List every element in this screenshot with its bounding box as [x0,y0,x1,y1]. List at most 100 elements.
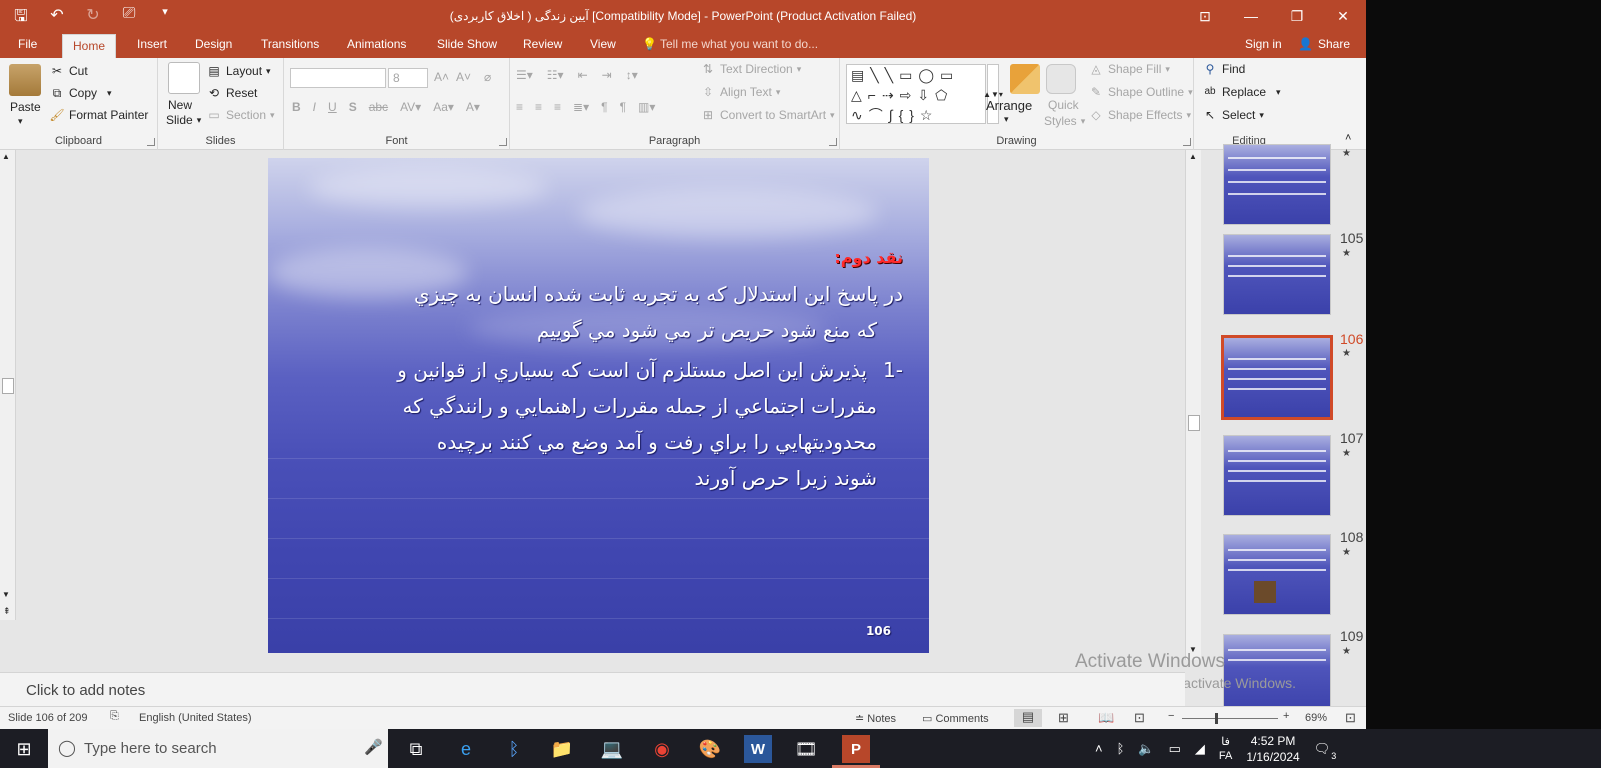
windows-start-icon[interactable]: ⊞ [10,735,38,763]
zoom-out-icon[interactable]: − [1168,710,1174,722]
zoom-in-icon[interactable]: + [1283,710,1289,722]
microphone-icon[interactable]: 🎤 [364,738,383,756]
tab-slide-show[interactable]: Slide Show [437,37,497,51]
decrease-font-icon[interactable]: A˅ [456,70,471,84]
shapes-gallery[interactable]: ▤╲╲▭◯▭ △⌐⇢⇨⇩⬠ ∿⌒∫{}☆ [846,64,986,124]
zoom-slider[interactable] [1182,718,1278,719]
new-slide-icon[interactable] [168,62,200,94]
font-size-combo[interactable]: 8 [388,68,428,88]
taskbar-search[interactable]: ◯ Type here to search 🎤 [48,729,388,768]
thumbnail-slide[interactable] [1223,234,1331,315]
line-spacing-icon[interactable]: ↕▾ [626,68,638,82]
scroll-up-icon[interactable]: ▲ [2,152,10,161]
find-button[interactable]: ⚲ Find [1202,62,1246,76]
quick-styles-icon[interactable] [1046,64,1076,94]
font-launcher-icon[interactable] [499,138,507,146]
notes-toggle[interactable]: ≐ Notes [855,712,896,725]
chrome-icon[interactable]: ◉ [648,735,676,763]
increase-indent-icon[interactable]: ⇥ [602,68,612,82]
quick-styles-label-2[interactable]: Styles ▾ [1044,114,1085,128]
tab-file[interactable]: File [18,37,37,51]
paste-dropdown-icon[interactable]: ▾ [18,116,23,127]
font-name-combo[interactable] [290,68,386,88]
file-explorer-icon[interactable]: 📁 [548,735,576,763]
laptop-icon[interactable]: 💻 [598,735,626,763]
media-app-icon[interactable]: 🎞 [792,735,820,763]
input-language[interactable]: فا FA [1219,735,1232,763]
clock[interactable]: 4:52 PM 1/16/2024 [1246,733,1299,765]
chevron-down-icon[interactable]: ▾ [1004,114,1009,125]
bold-icon[interactable]: B [292,100,301,114]
thumbnail-slide[interactable] [1223,534,1331,615]
fit-slide-icon[interactable]: ⊡ [1345,710,1356,726]
word-icon[interactable]: W [744,735,772,763]
tab-home[interactable]: Home [62,34,117,58]
increase-font-icon[interactable]: A˄ [434,70,449,84]
slide-canvas[interactable]: نقد دوم: در پاسخ اين استدلال كه به تجربه… [268,158,929,653]
ribbon-display-icon[interactable]: ⊡ [1182,0,1228,32]
shape-outline-button[interactable]: ✎ Shape Outline ▾ [1088,85,1193,99]
reading-view-icon[interactable]: 📖 [1098,710,1114,726]
notes-placeholder[interactable]: Click to add notes [26,682,145,699]
bluetooth-icon[interactable]: ᛒ [500,735,528,763]
format-painter-button[interactable]: 🖌 Format Painter [49,108,148,122]
shape-effects-button[interactable]: ◇ Shape Effects ▾ [1088,108,1191,122]
battery-icon[interactable]: ▭ [1169,741,1181,757]
slideshow-icon[interactable]: ⊡ [1134,710,1145,726]
collapse-ribbon-icon[interactable]: ˄ [1345,132,1351,144]
convert-smartart-button[interactable]: ⊞ Convert to SmartArt ▾ [700,108,835,122]
edge-icon[interactable]: e [452,735,480,763]
zoom-slider-handle[interactable] [1215,713,1218,724]
thumbnail-slide[interactable] [1223,144,1331,225]
notification-center-icon[interactable]: 🗨 3 [1314,741,1337,761]
replace-button[interactable]: ab Replace ▾ [1202,85,1280,99]
language-indicator[interactable]: English (United States) [139,712,252,724]
scroll-up-icon[interactable]: ▲ [1189,152,1197,161]
bullets-icon[interactable]: ☰▾ [516,68,533,82]
tab-animations[interactable]: Animations [347,37,406,51]
underline-icon[interactable]: U [328,100,337,114]
numbering-icon[interactable]: ☷▾ [547,68,564,82]
sign-in-link[interactable]: Sign in [1245,37,1282,51]
task-view-icon[interactable]: ⧉ [402,735,430,763]
left-scrollbar[interactable]: ▲ ▼ ⇞ [0,150,16,620]
tab-transitions[interactable]: Transitions [261,37,319,51]
reset-button[interactable]: ⟲ Reset [206,86,257,100]
share-button[interactable]: Share [1318,37,1350,51]
align-right-icon[interactable]: ≡ [554,100,561,114]
font-color-icon[interactable]: A▾ [466,100,480,114]
close-button[interactable]: ✕ [1320,0,1366,32]
shapes-gallery-scroll[interactable]: ▲▼▾ [983,64,1003,124]
powerpoint-icon[interactable]: P [842,735,870,763]
clipboard-launcher-icon[interactable] [147,138,155,146]
tell-me-input[interactable]: Tell me what you want to do... [660,37,818,51]
layout-button[interactable]: ▤ Layout ▾ [206,64,270,78]
comments-toggle[interactable]: ▭ Comments [922,712,989,725]
align-text-button[interactable]: ⇳ Align Text ▾ [700,85,780,99]
minimize-button[interactable]: — [1228,0,1274,32]
align-center-icon[interactable]: ≡ [535,100,542,114]
new-slide-label-2[interactable]: Slide ▾ [166,113,201,127]
arrange-button[interactable]: Arrange [986,98,1032,113]
arrange-icon[interactable] [1010,64,1040,94]
chevron-up-icon[interactable]: ˄ [1095,741,1103,756]
scroll-thumb[interactable] [2,378,14,394]
tab-review[interactable]: Review [523,37,562,51]
network-icon[interactable]: ◢ [1195,741,1205,757]
text-direction-button[interactable]: ⇅ Text Direction ▾ [700,62,801,76]
cut-button[interactable]: ✂ Cut [49,64,88,78]
change-case-icon[interactable]: Aa▾ [433,100,454,114]
previous-slide-icon[interactable]: ⇞ [3,606,11,617]
select-button[interactable]: ↖ Select ▾ [1202,108,1264,122]
columns-icon[interactable]: ▥▾ [638,100,655,114]
rtl-icon[interactable]: ¶ [620,100,626,114]
bluetooth-tray-icon[interactable]: ᛒ [1117,741,1125,756]
shadow-icon[interactable]: S [349,100,357,114]
spellcheck-icon[interactable]: ⎘ [110,710,119,723]
tab-design[interactable]: Design [195,37,232,51]
shape-fill-button[interactable]: ◬ Shape Fill ▾ [1088,62,1170,76]
notes-pane[interactable]: Click to add notes [0,672,1185,706]
strikethrough-icon[interactable]: abc [369,100,388,114]
scroll-down-icon[interactable]: ▼ [2,590,10,599]
normal-view-icon[interactable]: ▤ [1014,709,1042,727]
